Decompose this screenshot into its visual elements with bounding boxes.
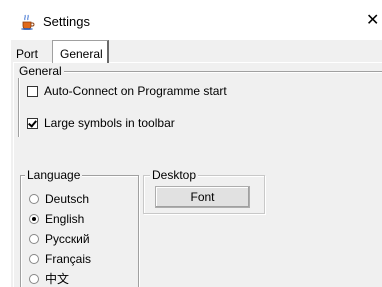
language-option-chinese[interactable]: 中文: [29, 272, 69, 286]
auto-connect-label: Auto-Connect on Programme start: [44, 84, 227, 98]
desktop-group-legend: Desktop: [150, 168, 199, 182]
auto-connect-checkbox[interactable]: [27, 85, 38, 97]
tab-general-label: General: [60, 47, 103, 61]
language-label: English: [45, 212, 85, 226]
large-symbols-option[interactable]: Large symbols in toolbar: [27, 116, 175, 130]
language-group-legend: Language: [25, 168, 83, 182]
language-label: Русский: [45, 232, 90, 246]
auto-connect-option[interactable]: Auto-Connect on Programme start: [27, 84, 227, 98]
java-cup-icon: [21, 14, 35, 30]
settings-window: Settings ✕ Port General General Auto-Con…: [0, 0, 382, 287]
font-button[interactable]: Font: [155, 186, 250, 208]
dialog-body: Port General General Auto-Connect on Pro…: [11, 40, 382, 287]
tab-port[interactable]: Port: [16, 47, 38, 61]
language-label: Deutsch: [45, 192, 90, 206]
title-bar: Settings ✕: [0, 0, 382, 40]
language-label: Français: [45, 252, 92, 266]
large-symbols-label: Large symbols in toolbar: [44, 116, 175, 130]
close-button[interactable]: ✕: [366, 10, 382, 32]
general-group: General Auto-Connect on Programme start …: [17, 64, 382, 137]
language-option-deutsch[interactable]: Deutsch: [29, 192, 89, 206]
general-tab-panel: General Auto-Connect on Programme start …: [13, 62, 382, 287]
radio-russian[interactable]: [29, 234, 39, 244]
window-title: Settings: [43, 14, 90, 29]
radio-french[interactable]: [29, 254, 39, 264]
radio-english[interactable]: [29, 214, 39, 224]
large-symbols-checkbox[interactable]: [27, 117, 38, 129]
radio-deutsch[interactable]: [29, 194, 39, 204]
language-label: 中文: [45, 272, 70, 286]
language-option-english[interactable]: English: [29, 212, 84, 226]
language-option-french[interactable]: Français: [29, 252, 91, 266]
general-group-legend: General: [17, 64, 64, 78]
language-group: Language Deutsch English Русский Françai…: [20, 168, 139, 287]
tab-general[interactable]: General: [52, 40, 109, 63]
radio-chinese[interactable]: [29, 274, 39, 284]
desktop-group: Desktop Font: [143, 168, 265, 214]
language-option-russian[interactable]: Русский: [29, 232, 90, 246]
